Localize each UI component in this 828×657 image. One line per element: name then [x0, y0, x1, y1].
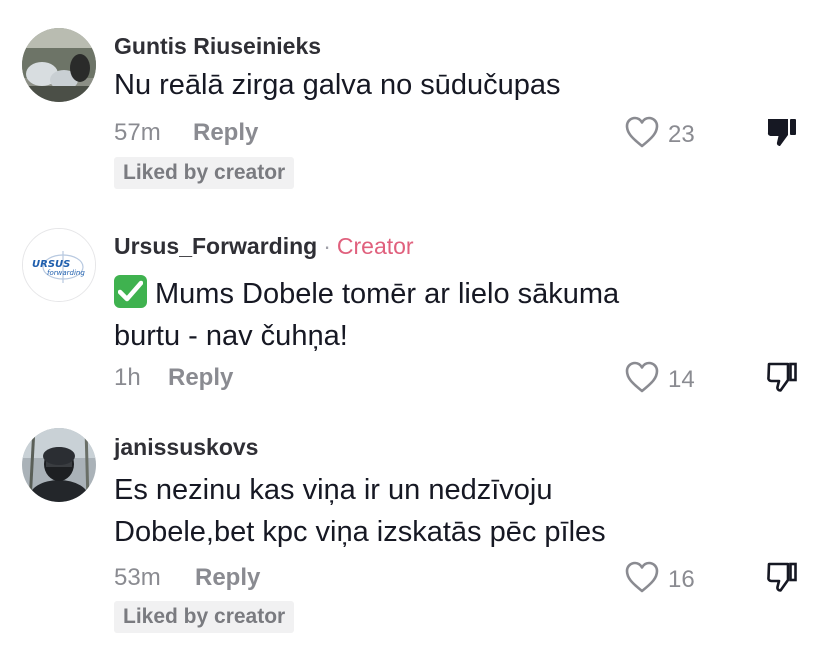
username[interactable]: Guntis Riuseinieks: [114, 33, 321, 60]
comment-text: Mums Dobele tomēr ar lielo sākuma burtu …: [114, 273, 714, 357]
comment-text-line: Es nezinu kas viņa ir un nedzīvoju: [114, 474, 553, 506]
like-count: 16: [668, 565, 695, 593]
comment-text-line: burtu - nav čuhņa!: [114, 320, 348, 352]
liked-by-creator-badge: Liked by creator: [114, 157, 295, 189]
reply-button[interactable]: Reply: [168, 364, 233, 392]
heart-outline-icon: [624, 560, 660, 599]
avatar[interactable]: URSUS forwarding: [22, 228, 96, 302]
avatar[interactable]: [22, 28, 96, 102]
like-button[interactable]: 16: [624, 560, 695, 599]
like-button[interactable]: 14: [624, 360, 695, 399]
comment-time: 57m: [114, 119, 161, 146]
comment-text-line: Mums Dobele tomēr ar lielo sākuma: [155, 278, 620, 310]
thumbs-down-filled-icon[interactable]: [764, 115, 798, 149]
like-button[interactable]: 23: [624, 115, 695, 154]
comment-text: Es nezinu kas viņa ir un nedzīvoju Dobel…: [114, 469, 714, 553]
comment-text: Nu reālā zirga galva no sūdučupas: [114, 69, 561, 101]
reply-button[interactable]: Reply: [193, 119, 258, 147]
heart-outline-icon: [624, 360, 660, 399]
comment-time: 53m: [114, 564, 161, 591]
username[interactable]: janissuskovs: [114, 434, 258, 461]
check-mark-emoji: [114, 275, 147, 308]
reply-button[interactable]: Reply: [195, 564, 260, 592]
like-count: 23: [668, 120, 695, 148]
liked-by-creator-badge: Liked by creator: [114, 601, 295, 633]
avatar-logo-bottom: forwarding: [47, 269, 85, 277]
username[interactable]: Ursus_Forwarding: [114, 233, 317, 259]
comment-text-line: Dobele,bet kpc viņa izskatās pēc pīles: [114, 516, 606, 548]
like-count: 14: [668, 365, 695, 393]
creator-tag: Creator: [336, 233, 414, 259]
creator-separator: ·: [323, 233, 331, 259]
username-row: Ursus_Forwarding · Creator: [114, 233, 414, 260]
thumbs-down-outline-icon[interactable]: [764, 560, 798, 594]
comment-time: 1h: [114, 364, 141, 391]
heart-outline-icon: [624, 115, 660, 154]
avatar[interactable]: [22, 428, 96, 502]
thumbs-down-outline-icon[interactable]: [764, 360, 798, 394]
comments-list: Guntis Riuseinieks Nu reālā zirga galva …: [0, 0, 828, 657]
